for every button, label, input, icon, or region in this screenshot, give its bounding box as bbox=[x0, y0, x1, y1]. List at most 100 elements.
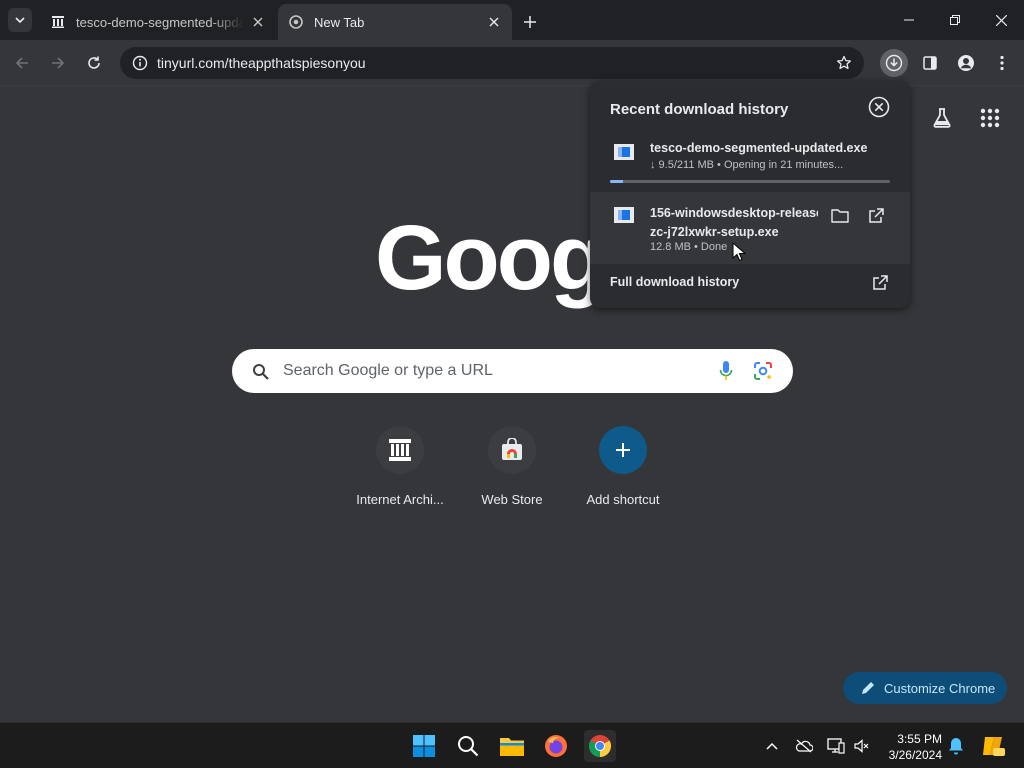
site-info-icon[interactable] bbox=[124, 55, 156, 71]
file-explorer-button[interactable] bbox=[496, 730, 528, 762]
download-icon bbox=[885, 54, 903, 72]
download-progress-fill bbox=[610, 180, 623, 183]
customize-chrome-button[interactable]: Customize Chrome bbox=[843, 672, 1007, 704]
open-external-icon[interactable] bbox=[870, 273, 890, 293]
google-lens-icon[interactable] bbox=[751, 359, 775, 383]
internet-archive-icon bbox=[376, 426, 424, 474]
mouse-cursor-icon bbox=[732, 242, 746, 262]
profile-button[interactable] bbox=[952, 49, 980, 77]
bookmark-star-icon[interactable] bbox=[834, 53, 854, 73]
search-box[interactable]: Search Google or type a URL bbox=[232, 349, 793, 393]
display-network-icon[interactable] bbox=[826, 736, 846, 756]
download-filename: 156-windowsdesktop-release- zc-j72lxwkr-… bbox=[650, 204, 818, 242]
add-shortcut-button[interactable]: Add shortcut bbox=[567, 426, 679, 507]
shortcut-web-store[interactable]: Web Store bbox=[456, 426, 568, 507]
internet-archive-icon bbox=[50, 14, 66, 30]
google-apps-button[interactable] bbox=[976, 104, 1004, 132]
download-filename: tesco-demo-segmented-updated.exe bbox=[650, 141, 868, 155]
chevron-up-icon bbox=[766, 742, 778, 750]
web-store-icon bbox=[488, 426, 536, 474]
folder-icon bbox=[500, 738, 524, 756]
pencil-icon bbox=[860, 680, 876, 696]
search-icon bbox=[250, 361, 270, 381]
profile-icon bbox=[958, 55, 974, 71]
windows-taskbar: 3:55 PM 3/26/2024 bbox=[0, 722, 1024, 768]
open-external-icon bbox=[869, 208, 884, 223]
download-item[interactable]: 156-windowsdesktop-release- zc-j72lxwkr-… bbox=[590, 192, 910, 264]
start-button[interactable] bbox=[408, 730, 440, 762]
close-icon bbox=[995, 14, 1007, 26]
google-logo: Goog bbox=[375, 207, 606, 309]
side-panel-icon bbox=[923, 56, 937, 70]
tab-strip: tesco-demo-segmented-updated.exe New Tab bbox=[0, 0, 1024, 40]
restore-button[interactable] bbox=[940, 6, 970, 34]
search-input[interactable]: Search Google or type a URL bbox=[283, 362, 714, 380]
download-status: 12.8 MB • Done bbox=[650, 241, 728, 253]
close-bubble-button[interactable] bbox=[868, 96, 890, 118]
kebab-menu-icon bbox=[1000, 55, 1004, 71]
taskbar-clock[interactable]: 3:55 PM 3/26/2024 bbox=[872, 731, 942, 763]
shortcut-internet-archive[interactable]: Internet Archi... bbox=[344, 426, 456, 507]
address-bar[interactable]: tinyurl.com/theappthatspiesonyou bbox=[120, 47, 864, 79]
chrome-icon bbox=[288, 14, 304, 30]
volume-muted-icon[interactable] bbox=[852, 736, 872, 756]
clock-time: 3:55 PM bbox=[897, 732, 942, 746]
chrome-taskbar-button[interactable] bbox=[584, 730, 616, 762]
url-text[interactable]: tinyurl.com/theappthatspiesonyou bbox=[157, 55, 366, 71]
chevron-down-icon bbox=[15, 17, 25, 24]
tab-new-tab[interactable]: New Tab bbox=[278, 4, 512, 40]
reload-button[interactable] bbox=[80, 49, 108, 77]
shortcut-label: Add shortcut bbox=[586, 492, 660, 507]
tab-tesco-download[interactable]: tesco-demo-segmented-updated.exe bbox=[40, 4, 276, 40]
clock-date: 3/26/2024 bbox=[888, 748, 942, 762]
folder-icon bbox=[831, 209, 849, 223]
download-filename-line2: zc-j72lxwkr-setup.exe bbox=[650, 225, 779, 239]
download-filename-line1: 156-windowsdesktop-release- bbox=[650, 206, 818, 220]
forward-button[interactable] bbox=[44, 49, 72, 77]
tab-search-button[interactable] bbox=[8, 8, 32, 32]
close-circle-icon bbox=[868, 96, 890, 118]
chrome-icon bbox=[589, 735, 611, 757]
shortcut-label: Internet Archi... bbox=[356, 492, 444, 507]
chrome-menu-button[interactable] bbox=[988, 49, 1016, 77]
restore-icon bbox=[950, 15, 960, 25]
shortcut-label: Web Store bbox=[481, 492, 543, 507]
tab-close-icon[interactable] bbox=[486, 14, 502, 30]
new-tab-button[interactable] bbox=[518, 10, 542, 34]
full-download-history-link[interactable]: Full download history bbox=[610, 275, 739, 289]
firefox-icon bbox=[545, 735, 567, 757]
tab-title: tesco-demo-segmented-updated.exe bbox=[76, 14, 244, 30]
taskbar-search-button[interactable] bbox=[452, 730, 484, 762]
firefox-button[interactable] bbox=[540, 730, 572, 762]
plus-icon bbox=[599, 426, 647, 474]
browser-toolbar: tinyurl.com/theappthatspiesonyou bbox=[0, 40, 1024, 86]
arrow-left-icon bbox=[15, 57, 28, 69]
side-panel-button[interactable] bbox=[916, 49, 944, 77]
show-in-folder-button[interactable] bbox=[828, 204, 852, 228]
search-icon bbox=[458, 736, 479, 757]
downloads-button[interactable] bbox=[880, 49, 908, 77]
show-hidden-icons-button[interactable] bbox=[762, 736, 782, 756]
apps-grid-icon bbox=[980, 108, 1000, 128]
notification-bell-icon[interactable] bbox=[946, 736, 966, 756]
arrow-right-icon bbox=[52, 57, 65, 69]
close-window-button[interactable] bbox=[986, 6, 1016, 34]
exe-file-icon bbox=[614, 207, 634, 223]
open-download-button[interactable] bbox=[864, 204, 888, 228]
download-progress-bar bbox=[610, 180, 890, 183]
copilot-preview-icon[interactable] bbox=[980, 736, 1006, 756]
tab-title: New Tab bbox=[314, 14, 365, 30]
customize-label: Customize Chrome bbox=[884, 680, 996, 696]
labs-button[interactable] bbox=[928, 104, 956, 132]
windows-logo-icon bbox=[413, 735, 435, 757]
minimize-button[interactable] bbox=[894, 6, 924, 34]
flask-icon bbox=[933, 108, 951, 128]
minimize-icon bbox=[904, 19, 914, 21]
voice-search-icon[interactable] bbox=[714, 359, 738, 383]
back-button[interactable] bbox=[8, 49, 36, 77]
exe-file-icon bbox=[614, 144, 634, 160]
plus-icon bbox=[524, 16, 536, 28]
download-status: ↓ 9.5/211 MB • Opening in 21 minutes... bbox=[650, 159, 844, 171]
onedrive-icon[interactable] bbox=[794, 736, 814, 756]
tab-close-icon[interactable] bbox=[250, 14, 266, 30]
